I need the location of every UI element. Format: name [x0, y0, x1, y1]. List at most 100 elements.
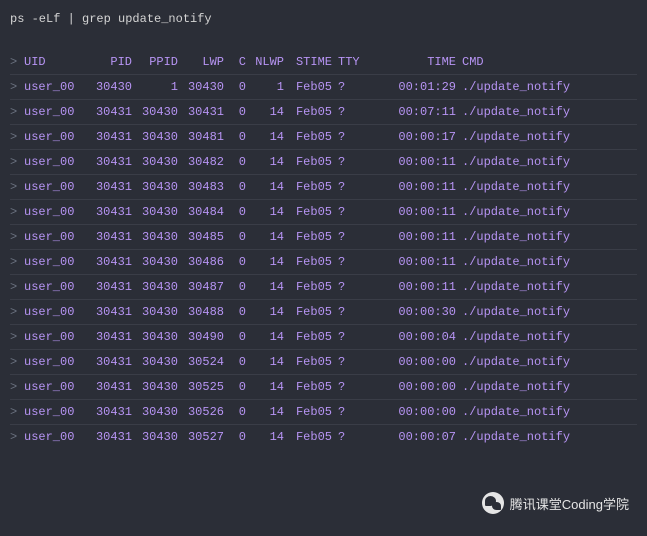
- cell-ppid: 30430: [132, 405, 178, 419]
- cell-c: 0: [224, 280, 246, 294]
- wechat-icon: [482, 492, 504, 514]
- cell-time: 00:00:07: [362, 430, 456, 444]
- cell-ppid: 30430: [132, 355, 178, 369]
- cell-lwp: 30490: [178, 330, 224, 344]
- cell-stime: Feb05: [284, 80, 332, 94]
- header-cmd: CMD: [456, 55, 637, 69]
- cell-ppid: 30430: [132, 330, 178, 344]
- header-pid: PID: [86, 55, 132, 69]
- cell-nlwp: 14: [246, 180, 284, 194]
- cell-tty: ?: [332, 330, 362, 344]
- table-row: >user_003043013043001Feb05?00:01:29./upd…: [10, 75, 637, 100]
- cell-stime: Feb05: [284, 205, 332, 219]
- cell-ppid: 30430: [132, 155, 178, 169]
- table-row: >user_00304313043030490014Feb05?00:00:04…: [10, 325, 637, 350]
- table-row: >user_00304313043030482014Feb05?00:00:11…: [10, 150, 637, 175]
- cell-uid: user_00: [24, 355, 86, 369]
- cell-tty: ?: [332, 380, 362, 394]
- cell-tty: ?: [332, 255, 362, 269]
- cell-time: 00:01:29: [362, 80, 456, 94]
- process-table: > UID PID PPID LWP C NLWP STIME TTY TIME…: [10, 50, 637, 449]
- cell-time: 00:00:11: [362, 205, 456, 219]
- cell-c: 0: [224, 430, 246, 444]
- caret-icon: >: [10, 205, 24, 219]
- cell-stime: Feb05: [284, 380, 332, 394]
- cell-tty: ?: [332, 405, 362, 419]
- cell-ppid: 30430: [132, 180, 178, 194]
- cell-lwp: 30486: [178, 255, 224, 269]
- cell-c: 0: [224, 180, 246, 194]
- cell-uid: user_00: [24, 130, 86, 144]
- cell-pid: 30431: [86, 355, 132, 369]
- cell-lwp: 30526: [178, 405, 224, 419]
- cell-tty: ?: [332, 430, 362, 444]
- cell-cmd: ./update_notify: [456, 355, 637, 369]
- cell-pid: 30431: [86, 155, 132, 169]
- cell-stime: Feb05: [284, 255, 332, 269]
- cell-c: 0: [224, 330, 246, 344]
- cell-pid: 30431: [86, 405, 132, 419]
- cell-ppid: 30430: [132, 255, 178, 269]
- cell-stime: Feb05: [284, 405, 332, 419]
- cell-ppid: 30430: [132, 280, 178, 294]
- cell-tty: ?: [332, 180, 362, 194]
- cell-ppid: 30430: [132, 430, 178, 444]
- cell-c: 0: [224, 305, 246, 319]
- cell-cmd: ./update_notify: [456, 280, 637, 294]
- cell-tty: ?: [332, 305, 362, 319]
- cell-time: 00:00:11: [362, 255, 456, 269]
- cell-nlwp: 14: [246, 280, 284, 294]
- cell-c: 0: [224, 105, 246, 119]
- cell-lwp: 30431: [178, 105, 224, 119]
- cell-pid: 30431: [86, 305, 132, 319]
- cell-c: 0: [224, 230, 246, 244]
- cell-time: 00:00:11: [362, 180, 456, 194]
- table-row: >user_00304313043030487014Feb05?00:00:11…: [10, 275, 637, 300]
- header-tty: TTY: [332, 55, 362, 69]
- cell-nlwp: 14: [246, 130, 284, 144]
- header-stime: STIME: [284, 55, 332, 69]
- cell-time: 00:00:00: [362, 355, 456, 369]
- command-line: ps -eLf | grep update_notify: [10, 12, 637, 26]
- cell-lwp: 30482: [178, 155, 224, 169]
- table-row: >user_00304313043030431014Feb05?00:07:11…: [10, 100, 637, 125]
- cell-tty: ?: [332, 280, 362, 294]
- cell-pid: 30431: [86, 230, 132, 244]
- cell-time: 00:00:11: [362, 155, 456, 169]
- cell-uid: user_00: [24, 205, 86, 219]
- cell-uid: user_00: [24, 180, 86, 194]
- cell-time: 00:07:11: [362, 105, 456, 119]
- cell-time: 00:00:00: [362, 405, 456, 419]
- cell-stime: Feb05: [284, 430, 332, 444]
- cell-uid: user_00: [24, 330, 86, 344]
- cell-cmd: ./update_notify: [456, 130, 637, 144]
- cell-ppid: 30430: [132, 230, 178, 244]
- cell-c: 0: [224, 405, 246, 419]
- cell-pid: 30431: [86, 255, 132, 269]
- cell-pid: 30431: [86, 430, 132, 444]
- cell-uid: user_00: [24, 430, 86, 444]
- caret-icon: >: [10, 105, 24, 119]
- cell-ppid: 30430: [132, 205, 178, 219]
- cell-cmd: ./update_notify: [456, 205, 637, 219]
- cell-time: 00:00:30: [362, 305, 456, 319]
- cell-nlwp: 14: [246, 155, 284, 169]
- cell-ppid: 30430: [132, 380, 178, 394]
- cell-uid: user_00: [24, 305, 86, 319]
- cell-uid: user_00: [24, 255, 86, 269]
- cell-lwp: 30483: [178, 180, 224, 194]
- header-lwp: LWP: [178, 55, 224, 69]
- table-row: >user_00304313043030486014Feb05?00:00:11…: [10, 250, 637, 275]
- cell-lwp: 30524: [178, 355, 224, 369]
- table-row: >user_00304313043030485014Feb05?00:00:11…: [10, 225, 637, 250]
- cell-cmd: ./update_notify: [456, 305, 637, 319]
- cell-tty: ?: [332, 155, 362, 169]
- caret-icon: >: [10, 355, 24, 369]
- cell-lwp: 30487: [178, 280, 224, 294]
- watermark: 腾讯课堂Coding学院: [482, 492, 629, 514]
- cell-uid: user_00: [24, 155, 86, 169]
- cell-stime: Feb05: [284, 280, 332, 294]
- cell-stime: Feb05: [284, 155, 332, 169]
- cell-pid: 30431: [86, 330, 132, 344]
- cell-nlwp: 14: [246, 405, 284, 419]
